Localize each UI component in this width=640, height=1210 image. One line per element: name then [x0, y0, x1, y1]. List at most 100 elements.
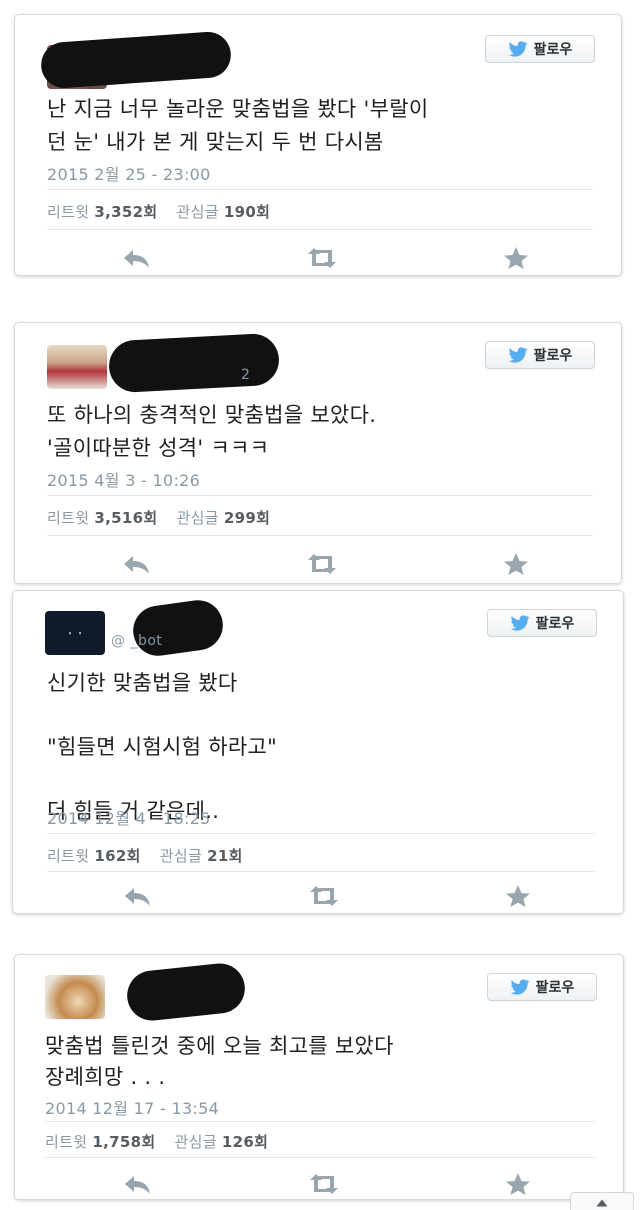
tweet-card: 2 팔로우 또 하나의 충격적인 맞춤법을 보았다. '골이따분한 성격' ㅋㅋ… [14, 322, 622, 584]
tweet-text-line [47, 763, 607, 795]
tweet-text: 난 지금 너무 놀라운 맞춤법을 봤다 '부랄이 던 눈' 내가 본 게 맞는지… [47, 93, 607, 159]
caret-up-icon [596, 1199, 608, 1207]
follow-label: 팔로우 [533, 42, 573, 58]
favorite-button[interactable] [501, 881, 535, 911]
reply-button[interactable] [120, 243, 154, 273]
tweet-stats: 리트윗 162회 관심글 21회 [47, 845, 243, 866]
favorite-stat-label: 관심글 [176, 203, 219, 221]
user-handle[interactable]: 2 [241, 367, 250, 383]
tweet-text-line: 난 지금 너무 놀라운 맞춤법을 봤다 '부랄이 [47, 97, 429, 121]
svg-text:‧ ‧: ‧ ‧ [67, 624, 82, 643]
retweet-button[interactable] [307, 1169, 341, 1199]
redacted-name [129, 596, 227, 660]
retweet-icon [308, 554, 336, 574]
reply-arrow-icon [124, 556, 149, 574]
tweet-stats: 리트윗 1,758회 관심글 126회 [45, 1131, 268, 1152]
reply-arrow-icon [125, 1176, 150, 1194]
divider [47, 189, 593, 190]
logo-icon: ‧ ‧ [67, 624, 82, 643]
divider [47, 535, 593, 536]
tweet-text: 맞춤법 틀린것 중에 오늘 최고를 보았다 장례희망 . . . [45, 1031, 605, 1093]
star-icon [504, 553, 528, 575]
follow-button[interactable]: 팔로우 [485, 341, 595, 369]
favorite-stat-label: 관심글 [176, 509, 219, 527]
tweet-timestamp[interactable]: 2014 12월 17 - 13:54 [45, 1095, 219, 1119]
star-icon [506, 885, 530, 907]
redacted-name [39, 30, 233, 90]
tweet-card: 팔로우 맞춤법 틀린것 중에 오늘 최고를 보았다 장례희망 . . . 201… [14, 954, 624, 1200]
retweet-stat-label: 리트윗 [47, 203, 90, 221]
tweet-stats: 리트윗 3,352회 관심글 190회 [47, 201, 270, 222]
retweet-count[interactable]: 3,352회 [94, 203, 157, 221]
retweet-button[interactable] [305, 549, 339, 579]
twitter-bird-icon [508, 40, 528, 57]
tweet-text-line: '골이따분한 성격' ㅋㅋㅋ [47, 436, 270, 460]
tweet-text-line: 또 하나의 충격적인 맞춤법을 보았다. [47, 403, 377, 427]
user-handle[interactable]: @ _bot [111, 633, 162, 649]
retweet-button[interactable] [305, 243, 339, 273]
star-icon [506, 1173, 530, 1195]
retweet-icon [310, 1174, 338, 1194]
follow-label: 팔로우 [535, 616, 575, 632]
tweet-card: ‧ ‧ @ _bot 팔로우 신기한 맞춤법을 봤다 "힘들면 시험시험 하라고… [12, 590, 624, 914]
retweet-stat-label: 리트윗 [47, 847, 90, 865]
tweet-text-line: 장례희망 . . . [45, 1065, 166, 1089]
reply-arrow-icon [125, 888, 150, 906]
tweet-card: 팔로우 난 지금 너무 놀라운 맞춤법을 봤다 '부랄이 던 눈' 내가 본 게… [14, 14, 622, 276]
retweet-icon [310, 886, 338, 906]
favorite-count[interactable]: 190회 [224, 203, 270, 221]
favorite-button[interactable] [501, 1169, 535, 1199]
divider [45, 1157, 595, 1158]
favorite-count[interactable]: 299회 [224, 509, 270, 527]
divider [47, 833, 595, 834]
avatar[interactable] [47, 345, 107, 389]
avatar[interactable]: ‧ ‧ [45, 611, 105, 655]
divider [47, 229, 593, 230]
favorite-count[interactable]: 126회 [222, 1133, 268, 1151]
tweet-text: 신기한 맞춤법을 봤다 "힘들면 시험시험 하라고" 더 힘들 거 같은데.. [47, 667, 607, 827]
reply-button[interactable] [121, 1169, 155, 1199]
retweet-count[interactable]: 3,516회 [94, 509, 157, 527]
tweet-text-line: 신기한 맞춤법을 봤다 [47, 671, 238, 695]
follow-label: 팔로우 [533, 348, 573, 364]
divider [47, 495, 593, 496]
scroll-to-top-button[interactable] [570, 1192, 634, 1210]
reply-button[interactable] [120, 549, 154, 579]
retweet-button[interactable] [307, 881, 341, 911]
retweet-stat-label: 리트윗 [47, 509, 90, 527]
divider [45, 1121, 595, 1122]
divider [47, 871, 595, 872]
favorite-stat-label: 관심글 [159, 847, 203, 865]
avatar[interactable] [45, 975, 105, 1019]
reply-arrow-icon [124, 250, 149, 268]
twitter-bird-icon [508, 346, 528, 363]
retweet-count[interactable]: 162회 [94, 847, 140, 865]
star-icon [504, 247, 528, 269]
follow-button[interactable]: 팔로우 [485, 35, 595, 63]
favorite-count[interactable]: 21회 [207, 847, 243, 865]
tweet-text-line [47, 699, 607, 731]
tweet-text-line: 맞춤법 틀린것 중에 오늘 최고를 보았다 [45, 1034, 394, 1058]
tweet-text-line: 던 눈' 내가 본 게 맞는지 두 번 다시봄 [47, 130, 384, 154]
tweet-stats: 리트윗 3,516회 관심글 299회 [47, 507, 270, 528]
redacted-name [107, 332, 281, 394]
tweet-actions [15, 243, 621, 273]
favorite-button[interactable] [499, 243, 533, 273]
retweet-count[interactable]: 1,758회 [92, 1133, 155, 1151]
reply-button[interactable] [121, 881, 155, 911]
tweet-timestamp[interactable]: 2015 2월 25 - 23:00 [47, 161, 211, 185]
retweet-icon [308, 248, 336, 268]
redacted-name [124, 960, 248, 1024]
tweet-timestamp[interactable]: 2014 12월 4 - 18:25 [47, 805, 211, 829]
follow-button[interactable]: 팔로우 [487, 609, 597, 637]
twitter-bird-icon [510, 614, 530, 631]
follow-button[interactable]: 팔로우 [487, 973, 597, 1001]
tweet-text: 또 하나의 충격적인 맞춤법을 보았다. '골이따분한 성격' ㅋㅋㅋ [47, 399, 607, 465]
tweet-timestamp[interactable]: 2015 4월 3 - 10:26 [47, 467, 200, 491]
twitter-bird-icon [510, 978, 530, 995]
tweet-actions [15, 1169, 623, 1199]
favorite-button[interactable] [499, 549, 533, 579]
tweet-actions [13, 881, 623, 911]
tweet-text-line: "힘들면 시험시험 하라고" [47, 735, 278, 759]
retweet-stat-label: 리트윗 [45, 1133, 88, 1151]
